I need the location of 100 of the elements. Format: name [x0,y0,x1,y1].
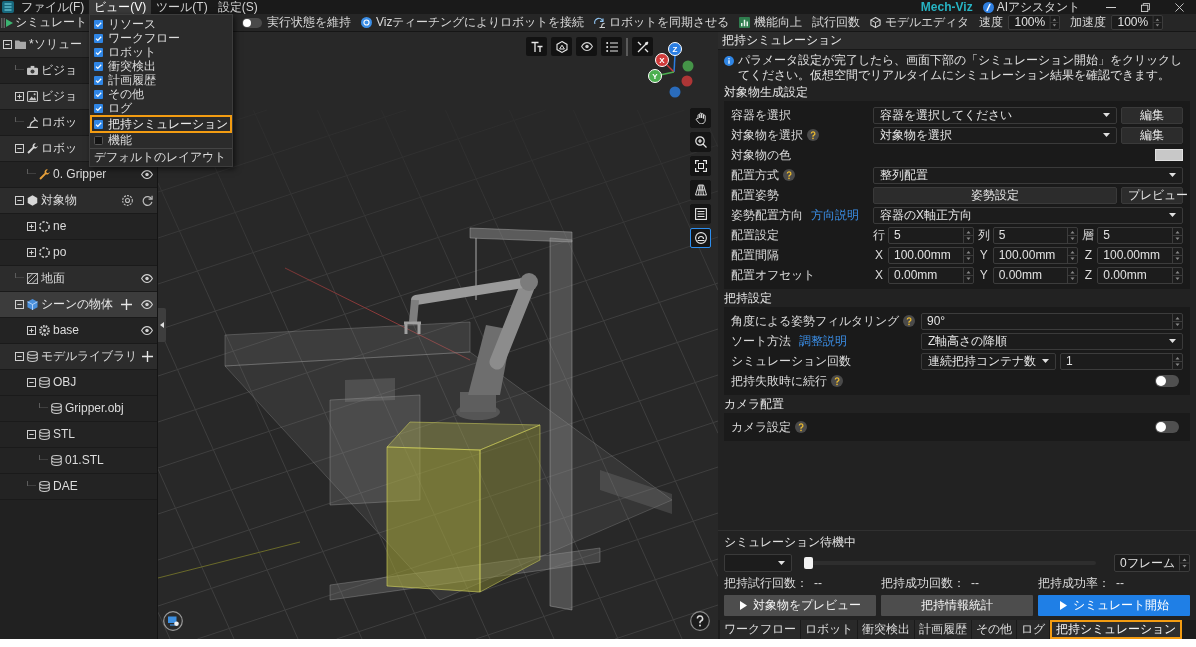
dropdown[interactable]: 対象物を選択 [873,126,1117,144]
collapse-handle[interactable] [158,308,166,342]
number-field[interactable]: 0.00mm [1097,266,1183,284]
checkbox[interactable] [94,19,104,29]
toggle-switch[interactable] [1155,375,1179,387]
eye-icon[interactable] [141,300,153,309]
number-field[interactable]: 5 [992,226,1079,244]
speed-field[interactable]: 100% [1008,15,1061,30]
help-icon[interactable] [903,315,915,327]
axis-handle-icon[interactable] [669,86,681,98]
number-field[interactable]: 100.00mm [992,246,1079,264]
edit-button[interactable]: 編集 [1121,106,1183,124]
menu-title[interactable]: 設定(S) [212,0,263,14]
plus-square-icon[interactable] [27,248,36,257]
spin-arrows-icon[interactable] [1179,555,1189,571]
simulate-button[interactable]: シミュレート [6,14,87,31]
view-tool-button[interactable] [690,228,711,248]
minus-square-icon[interactable] [27,378,36,387]
plus-square-icon[interactable] [15,92,24,101]
dropdown[interactable]: Z軸高さの降順 [921,332,1183,350]
action-button[interactable]: 対象物をプレビュー [724,595,876,616]
spin-arrows-icon[interactable] [1172,353,1182,369]
eye-icon[interactable] [141,274,153,283]
number-field[interactable]: 90° [921,312,1183,330]
menu-title[interactable]: ファイル(F) [16,0,90,14]
dropdown[interactable]: 容器のX軸正方向 [873,206,1183,224]
visibility-button[interactable] [576,37,597,56]
eye-icon[interactable] [141,170,153,179]
spin-arrows-icon[interactable] [1067,227,1078,243]
axis-handle-icon[interactable] [681,75,693,87]
checkbox[interactable] [94,75,104,85]
ai-assistant-button[interactable]: AIアシスタント [982,0,1080,14]
toolbar-button[interactable]: ロボットを同期させる [594,14,730,31]
view-tool-button[interactable] [690,132,711,152]
checkbox[interactable] [94,89,104,99]
checkbox[interactable] [94,135,104,145]
tree-item[interactable]: 対象物 [0,188,157,214]
panel-tab[interactable]: ワークフロー [720,620,801,639]
tree-item[interactable]: モデルライブラリ [0,344,157,370]
panel-tab[interactable]: 衝突検出 [858,620,915,639]
panel-tab[interactable]: その他 [972,620,1017,639]
help-icon[interactable] [807,129,819,141]
help-icon[interactable] [795,421,807,433]
panel-tab[interactable]: ログ [1017,620,1050,639]
minus-square-icon[interactable] [3,40,12,49]
minus-square-icon[interactable] [27,430,36,439]
panel-tab[interactable]: 把持シミュレーション [1050,620,1182,639]
spin-arrows-icon[interactable] [1152,16,1163,29]
list-button[interactable] [601,37,622,56]
menu-title[interactable]: ツール(T) [151,0,213,14]
plus-icon[interactable] [142,351,153,362]
frame-field[interactable]: 0フレーム [1114,554,1190,572]
spin-arrows-icon[interactable] [1172,313,1182,329]
number-field[interactable]: 0.00mm [888,266,974,284]
spin-arrows-icon[interactable] [962,227,973,243]
edit-button[interactable]: 編集 [1121,126,1183,144]
help-link[interactable]: 調整説明 [799,333,847,349]
number-field[interactable]: 1 [1060,352,1183,370]
axis-handle[interactable]: Z [668,42,682,56]
cube-view-button[interactable] [551,37,572,56]
toolbar-button[interactable]: 試行回数 [812,14,861,31]
refresh-icon[interactable] [142,195,153,206]
checkbox[interactable] [94,61,104,71]
checkbox[interactable] [94,103,104,113]
view-tool-button[interactable] [690,180,711,200]
panel-tab[interactable]: ロボット [801,620,858,639]
plus-icon[interactable] [121,299,132,310]
tree-item[interactable]: シーンの物体 [0,292,157,318]
toolbar-button[interactable]: モデルエディタ [870,14,970,31]
minus-square-icon[interactable] [15,196,24,205]
toggle-switch[interactable] [1155,421,1179,433]
axis-handle-icon[interactable] [682,60,694,72]
acceleration-field[interactable]: 100% [1111,15,1164,30]
tree-item[interactable]: 地面 [0,266,157,292]
dropdown[interactable]: 連続把持コンテナ数 [921,352,1056,370]
minus-square-icon[interactable] [15,352,24,361]
minus-square-icon[interactable] [15,144,24,153]
action-button[interactable]: シミュレート開始 [1038,595,1190,616]
number-field[interactable]: 0.00mm [992,266,1079,284]
minus-square-icon[interactable] [15,300,24,309]
spin-arrows-icon[interactable] [1067,247,1078,263]
number-field[interactable]: 100.00mm [888,246,974,264]
menu-title[interactable]: ビュー(V) [89,0,152,14]
spin-arrows-icon[interactable] [1067,267,1078,283]
plus-square-icon[interactable] [27,222,36,231]
spin-arrows-icon[interactable] [1049,16,1060,29]
view-tool-button[interactable] [690,156,711,176]
toolbar-button[interactable]: 機能向上 [739,14,803,31]
toggle-switch[interactable] [242,17,262,28]
spin-arrows-icon[interactable] [1172,227,1182,243]
drag-handle-icon[interactable] [1,17,5,28]
number-field[interactable]: 5 [888,226,974,244]
color-swatch[interactable] [1155,149,1183,161]
toolbar-button[interactable]: Vizティーチングによりロボットを接続 [361,14,585,31]
help-icon[interactable] [690,611,710,631]
action-button[interactable]: 把持情報統計 [881,595,1033,616]
dropdown[interactable]: 整列配置 [873,166,1183,184]
text-size-button[interactable] [526,37,547,56]
help-icon[interactable] [783,169,795,181]
eye-icon[interactable] [141,326,153,335]
